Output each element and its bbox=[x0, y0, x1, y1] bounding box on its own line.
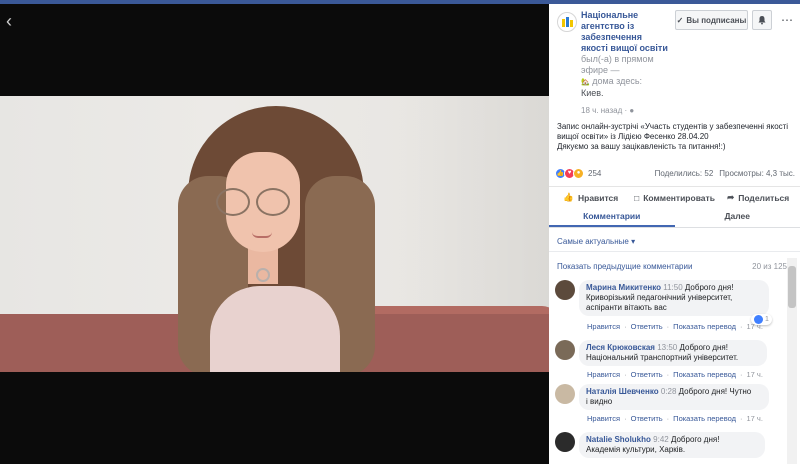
post-text: Запис онлайн-зустрічі «Участь студентів … bbox=[557, 122, 795, 152]
comment-translate-link[interactable]: Показать перевод bbox=[673, 414, 736, 423]
back-chevron-icon[interactable]: ‹ bbox=[6, 12, 12, 30]
tab-next[interactable]: Далее bbox=[675, 208, 800, 227]
glasses bbox=[216, 188, 294, 218]
comment-actions: Нравится · Ответить · Показать перевод · 17… bbox=[587, 414, 763, 423]
person-sweater bbox=[210, 286, 340, 372]
panel-tabs: Комментарии Далее bbox=[549, 208, 800, 228]
zipper-ring bbox=[256, 268, 270, 282]
post-text-line-2: Дякуємо за вашу зацікавленість та питанн… bbox=[557, 142, 726, 151]
comment-bubble: Леся Крюковская 13:50 Доброго дня! Націо… bbox=[579, 340, 767, 366]
avatar[interactable] bbox=[555, 280, 575, 300]
comment-like-link[interactable]: Нравится bbox=[587, 322, 620, 331]
comment-like-link[interactable]: Нравится bbox=[587, 414, 620, 423]
more-options-icon[interactable]: ⋯ bbox=[777, 10, 797, 30]
like-button[interactable]: 👍 Нравится bbox=[549, 192, 633, 203]
comment-reply-link[interactable]: Ответить bbox=[631, 322, 663, 331]
post-text-line-1: Запис онлайн-зустрічі «Участь студентів … bbox=[557, 122, 789, 141]
comment-sort-dropdown[interactable]: Самые актуальные ▾ bbox=[557, 237, 635, 246]
scrollbar-thumb[interactable] bbox=[788, 266, 796, 308]
avatar[interactable] bbox=[555, 384, 575, 404]
comment-age[interactable]: 17 ч. bbox=[747, 414, 763, 423]
page-name-link[interactable]: Національне агентство із забезпечення як… bbox=[581, 10, 668, 53]
avatar[interactable] bbox=[555, 340, 575, 360]
share-button[interactable]: ➦ Поделиться bbox=[716, 192, 800, 203]
comment-reply-link[interactable]: Ответить bbox=[631, 370, 663, 379]
video-frame[interactable] bbox=[0, 96, 549, 372]
avatar[interactable] bbox=[555, 432, 575, 452]
comment-bubble: Natalie Sholukho 9:42 Доброго дня! Акаде… bbox=[579, 432, 765, 458]
comment-translate-link[interactable]: Показать перевод bbox=[673, 322, 736, 331]
comment-translate-link[interactable]: Показать перевод bbox=[673, 370, 736, 379]
wow-reaction-icon: ● bbox=[573, 167, 584, 179]
comments-scrollbar[interactable] bbox=[787, 258, 797, 464]
subscribed-button[interactable]: ✓ Вы подписаны bbox=[675, 10, 748, 30]
comment-bubble: Марина Микитенко 11:50 Доброго дня! Крив… bbox=[579, 280, 769, 316]
tab-comments[interactable]: Комментарии bbox=[549, 208, 675, 227]
views-count: Просмотры: 4,3 тыс. bbox=[719, 168, 795, 178]
comment-actions: Нравится · Ответить · Показать перевод · 17… bbox=[587, 370, 763, 379]
comment-bubble: Наталія Шевченко 0:28 Доброго дня! Чутно… bbox=[579, 384, 769, 410]
notifications-button[interactable] bbox=[752, 10, 772, 30]
comment-button[interactable]: □ Комментировать bbox=[633, 193, 717, 203]
post-actions: 👍 Нравится □ Комментировать ➦ Поделиться bbox=[549, 186, 800, 208]
reactions-icons[interactable]: 👍 ♥ ● bbox=[555, 167, 584, 179]
comment-author[interactable]: Леся Крюковская bbox=[586, 343, 655, 352]
comment-reply-link[interactable]: Ответить bbox=[631, 414, 663, 423]
previous-comments-row: Показать предыдущие комментарии 20 из 12… bbox=[557, 262, 787, 271]
comments-pagination-count: 20 из 125 bbox=[752, 262, 787, 271]
post-side-panel: Національне агентство із забезпечення як… bbox=[549, 4, 800, 464]
live-status: был(-а) в прямом эфире — bbox=[581, 54, 654, 75]
subscribed-label: Вы подписаны bbox=[686, 15, 747, 25]
share-icon: ➦ bbox=[727, 192, 735, 202]
comment-icon: □ bbox=[634, 192, 640, 203]
location-prefix: дома здесь: bbox=[592, 76, 643, 86]
bell-icon bbox=[758, 16, 766, 25]
comment-age[interactable]: 17 ч. bbox=[747, 322, 763, 331]
comment-age[interactable]: 17 ч. bbox=[747, 370, 763, 379]
comment-author[interactable]: Наталія Шевченко bbox=[586, 387, 659, 396]
video-player[interactable]: ‹ bbox=[0, 4, 549, 464]
post-stats: 👍 ♥ ● 254 Поделились: 52 Просмотры: 4,3 … bbox=[555, 166, 795, 180]
house-icon: 🏡 bbox=[581, 79, 590, 86]
location-city[interactable]: Киев. bbox=[581, 88, 604, 98]
comment-author[interactable]: Natalie Sholukho bbox=[586, 435, 651, 444]
comment-time: 0:28 bbox=[660, 387, 677, 396]
globe-icon: ● bbox=[629, 106, 635, 115]
post-timestamp[interactable]: 18 ч. назад · ● bbox=[581, 106, 634, 115]
shares-count[interactable]: Поделились: 52 bbox=[655, 169, 714, 178]
comment-time: 9:42 bbox=[653, 435, 669, 444]
post-header: Національне агентство із забезпечення як… bbox=[549, 4, 800, 104]
thumbs-up-icon: 👍 bbox=[563, 192, 574, 202]
comment-time: 13:50 bbox=[657, 343, 678, 352]
comment-author[interactable]: Марина Микитенко bbox=[586, 283, 661, 292]
reactions-count[interactable]: 254 bbox=[588, 169, 601, 178]
comment-time: 11:50 bbox=[663, 283, 683, 292]
page-avatar[interactable] bbox=[557, 12, 577, 32]
comment-actions: Нравится · Ответить · Показать перевод · 17… bbox=[587, 322, 763, 331]
check-icon: ✓ bbox=[676, 15, 684, 25]
show-previous-comments-link[interactable]: Показать предыдущие комментарии bbox=[557, 262, 692, 271]
comment-like-link[interactable]: Нравится bbox=[587, 370, 620, 379]
page-title: Національне агентство із забезпечення як… bbox=[581, 10, 669, 99]
